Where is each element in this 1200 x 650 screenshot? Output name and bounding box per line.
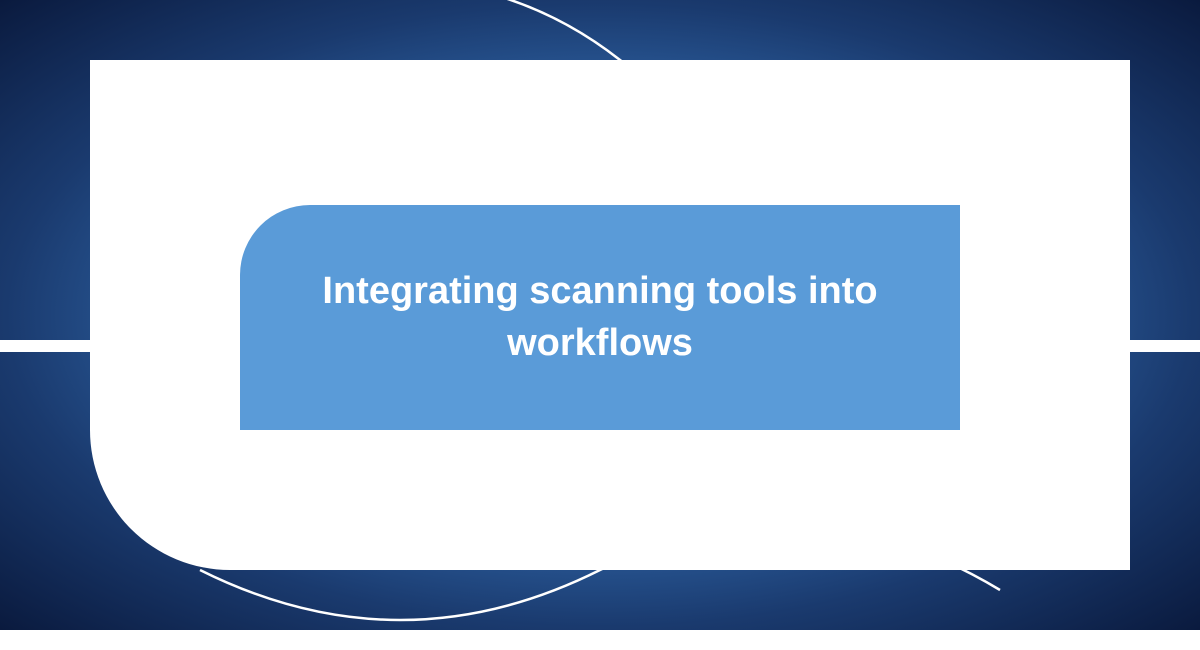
page-title: Integrating scanning tools into workflow… [280, 266, 920, 369]
title-panel: Integrating scanning tools into workflow… [240, 205, 960, 430]
decorative-line-right [1130, 340, 1200, 352]
decorative-line-left [0, 340, 90, 352]
